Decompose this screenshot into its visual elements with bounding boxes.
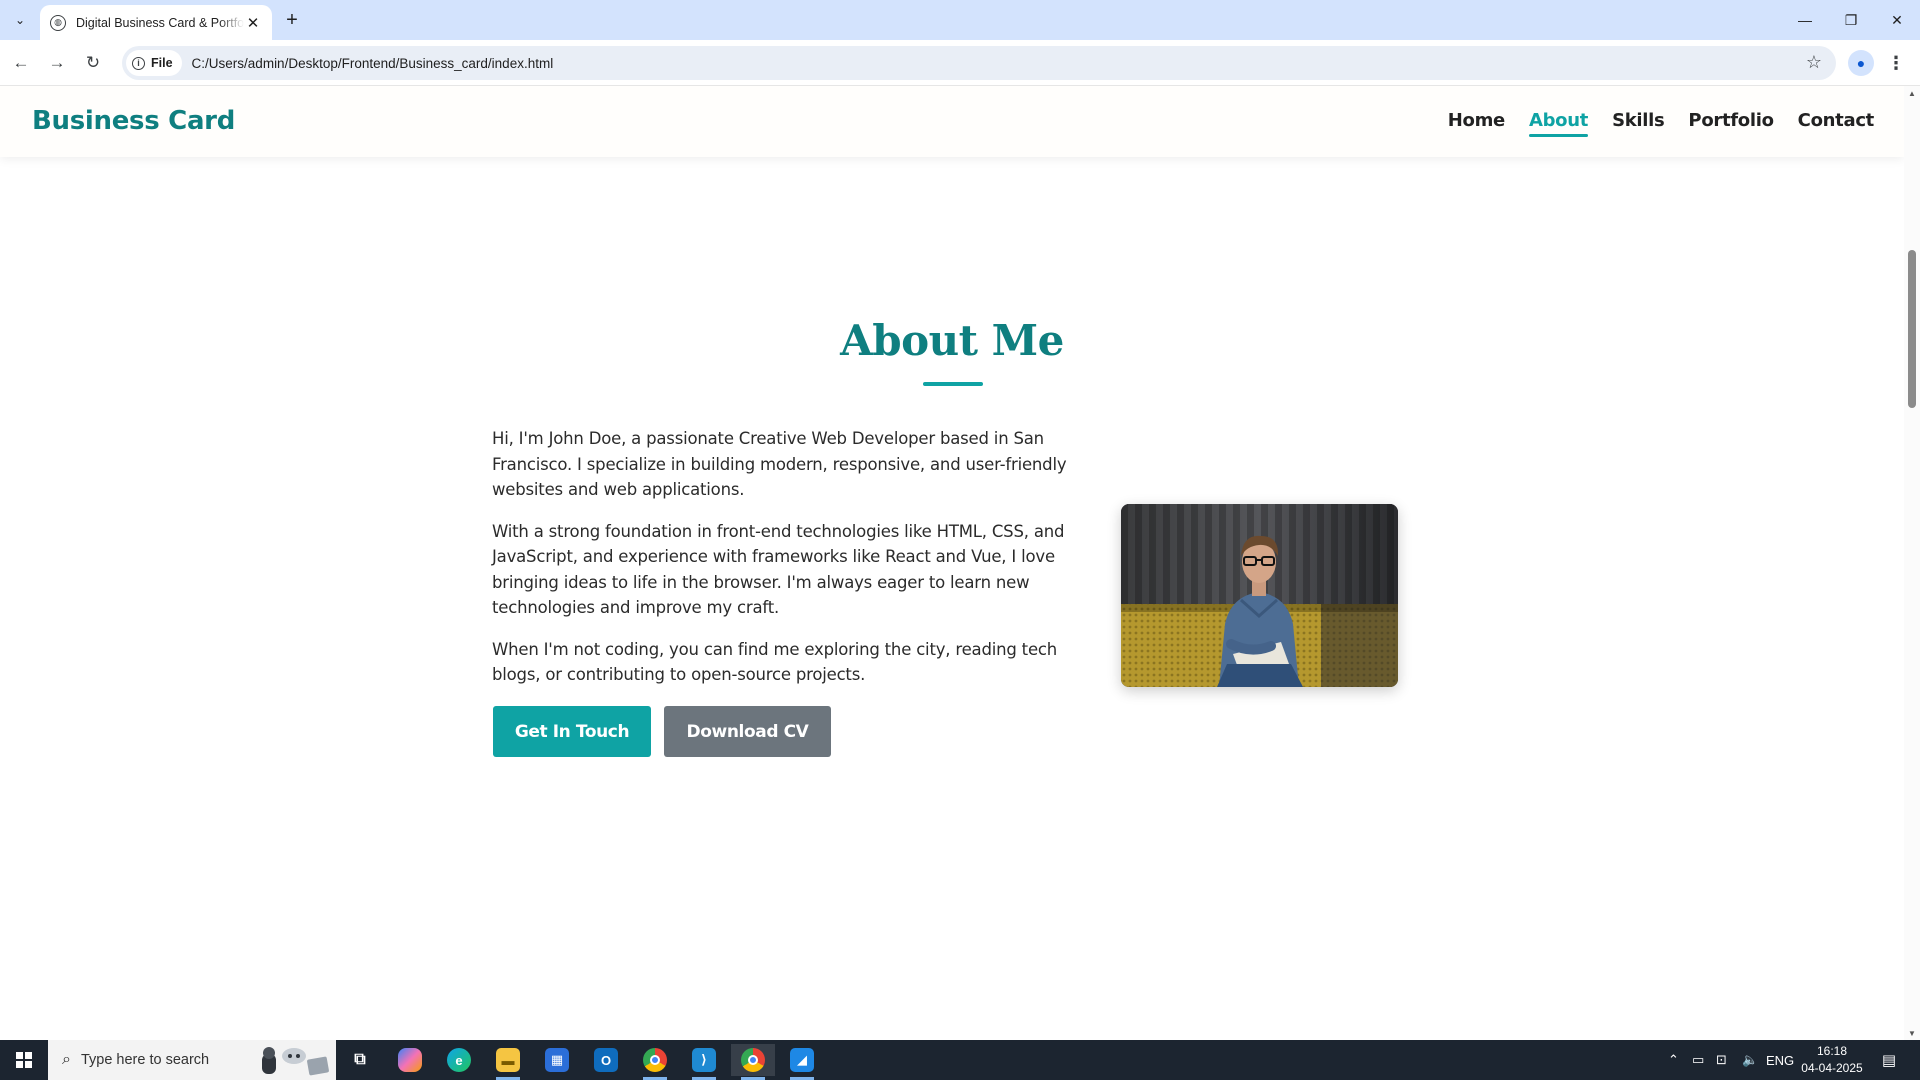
profile-photo-illustration: [1121, 504, 1398, 687]
browser-tab-bar: ⌄ ◍ Digital Business Card & Portfolio ✕ …: [0, 0, 1920, 40]
taskbar-search-placeholder: Type here to search: [80, 1052, 210, 1068]
language-indicator[interactable]: ENG: [1766, 1040, 1794, 1080]
remote-desktop-icon[interactable]: ◢: [780, 1044, 824, 1080]
edge-icon[interactable]: e: [437, 1044, 481, 1076]
brand-logo[interactable]: Business Card: [32, 106, 235, 136]
taskbar-search[interactable]: ⌕ Type here to search: [48, 1040, 336, 1080]
nav-link-skills[interactable]: Skills: [1612, 110, 1665, 135]
network-icon[interactable]: ⊡: [1716, 1040, 1727, 1080]
meet-now-icon[interactable]: ▭: [1692, 1040, 1704, 1080]
restore-icon[interactable]: ❐: [1828, 6, 1874, 34]
scroll-down-icon[interactable]: ▼: [1904, 1026, 1920, 1040]
about-title: About Me: [840, 316, 1064, 365]
volume-icon[interactable]: 🔈: [1742, 1040, 1758, 1080]
clock-time: 16:18: [1816, 1044, 1848, 1058]
copilot-icon[interactable]: [388, 1044, 432, 1076]
page-viewport: Business Card Home About Skills Portfoli…: [0, 86, 1920, 1040]
about-text: Hi, I'm John Doe, a passionate Creative …: [492, 426, 1072, 704]
site-nav: Home About Skills Portfolio Contact: [1448, 110, 1875, 137]
bookmark-star-icon[interactable]: ☆: [1806, 52, 1822, 73]
file-explorer-icon[interactable]: ▬: [486, 1044, 530, 1080]
forward-icon[interactable]: →: [44, 50, 70, 76]
download-cv-button[interactable]: Download CV: [664, 706, 831, 757]
minimize-icon[interactable]: —: [1782, 6, 1828, 34]
page-scrollbar[interactable]: ▲ ▼: [1904, 86, 1920, 1040]
address-bar[interactable]: i File C:/Users/admin/Desktop/Frontend/B…: [122, 46, 1836, 80]
site-header: Business Card Home About Skills Portfoli…: [0, 86, 1904, 157]
get-in-touch-button[interactable]: Get In Touch: [493, 706, 651, 757]
reload-icon[interactable]: ↻: [80, 50, 106, 76]
about-paragraph-1: Hi, I'm John Doe, a passionate Creative …: [492, 429, 1067, 499]
browser-toolbar: ← → ↻ i File C:/Users/admin/Desktop/Fron…: [0, 40, 1920, 86]
chrome-active-icon[interactable]: [731, 1044, 775, 1080]
show-hidden-icons[interactable]: ⌃: [1668, 1040, 1679, 1080]
task-view-icon[interactable]: ⧉: [338, 1044, 382, 1076]
notification-icon[interactable]: ▤: [1872, 1044, 1906, 1076]
outlook-icon[interactable]: O: [584, 1044, 628, 1076]
info-icon: i: [132, 56, 145, 70]
back-icon[interactable]: ←: [8, 50, 34, 76]
window-close-icon[interactable]: ✕: [1874, 6, 1920, 34]
nav-link-about[interactable]: About: [1528, 110, 1588, 137]
search-icon: ⌕: [62, 1051, 71, 1068]
globe-icon: ◍: [50, 14, 66, 31]
site-info-chip[interactable]: i File: [126, 50, 182, 76]
about-paragraph-2: With a strong foundation in front-end te…: [492, 521, 1065, 618]
nav-link-contact[interactable]: Contact: [1798, 110, 1875, 135]
title-underline: [923, 382, 983, 386]
profile-photo: [1121, 504, 1398, 687]
store-icon[interactable]: ▦: [535, 1044, 579, 1076]
taskbar: ⌕ Type here to search ⧉ e ▬ ▦ O ⟩ ◢ ⌃ ▭ …: [0, 1040, 1920, 1080]
vscode-icon[interactable]: ⟩: [682, 1044, 726, 1080]
url-text[interactable]: C:/Users/admin/Desktop/Frontend/Business…: [192, 56, 554, 71]
clock-date: 04-04-2025: [1801, 1061, 1863, 1075]
tab-title: Digital Business Card & Portfolio: [76, 15, 245, 30]
browser-tab[interactable]: ◍ Digital Business Card & Portfolio ✕: [40, 5, 272, 40]
about-paragraph-3: When I'm not coding, you can find me exp…: [492, 639, 1058, 685]
site-info-label: File: [151, 56, 173, 70]
search-highlight-illustration: [262, 1047, 329, 1076]
scrollbar-thumb[interactable]: [1908, 250, 1916, 408]
tab-search-chevron-icon[interactable]: ⌄: [8, 8, 32, 32]
tab-close-icon[interactable]: ✕: [244, 14, 262, 32]
browser-menu-icon[interactable]: ⋮: [1886, 50, 1906, 76]
nav-link-home[interactable]: Home: [1448, 110, 1506, 135]
taskbar-clock[interactable]: 16:18 04-04-2025: [1796, 1043, 1868, 1077]
chrome-icon[interactable]: [633, 1044, 677, 1080]
profile-avatar-icon[interactable]: ●: [1848, 50, 1874, 76]
start-button[interactable]: [0, 1040, 47, 1080]
scroll-up-icon[interactable]: ▲: [1904, 86, 1920, 100]
nav-link-portfolio[interactable]: Portfolio: [1688, 110, 1774, 135]
windows-logo-icon: [15, 1052, 32, 1068]
new-tab-icon[interactable]: +: [280, 8, 304, 32]
